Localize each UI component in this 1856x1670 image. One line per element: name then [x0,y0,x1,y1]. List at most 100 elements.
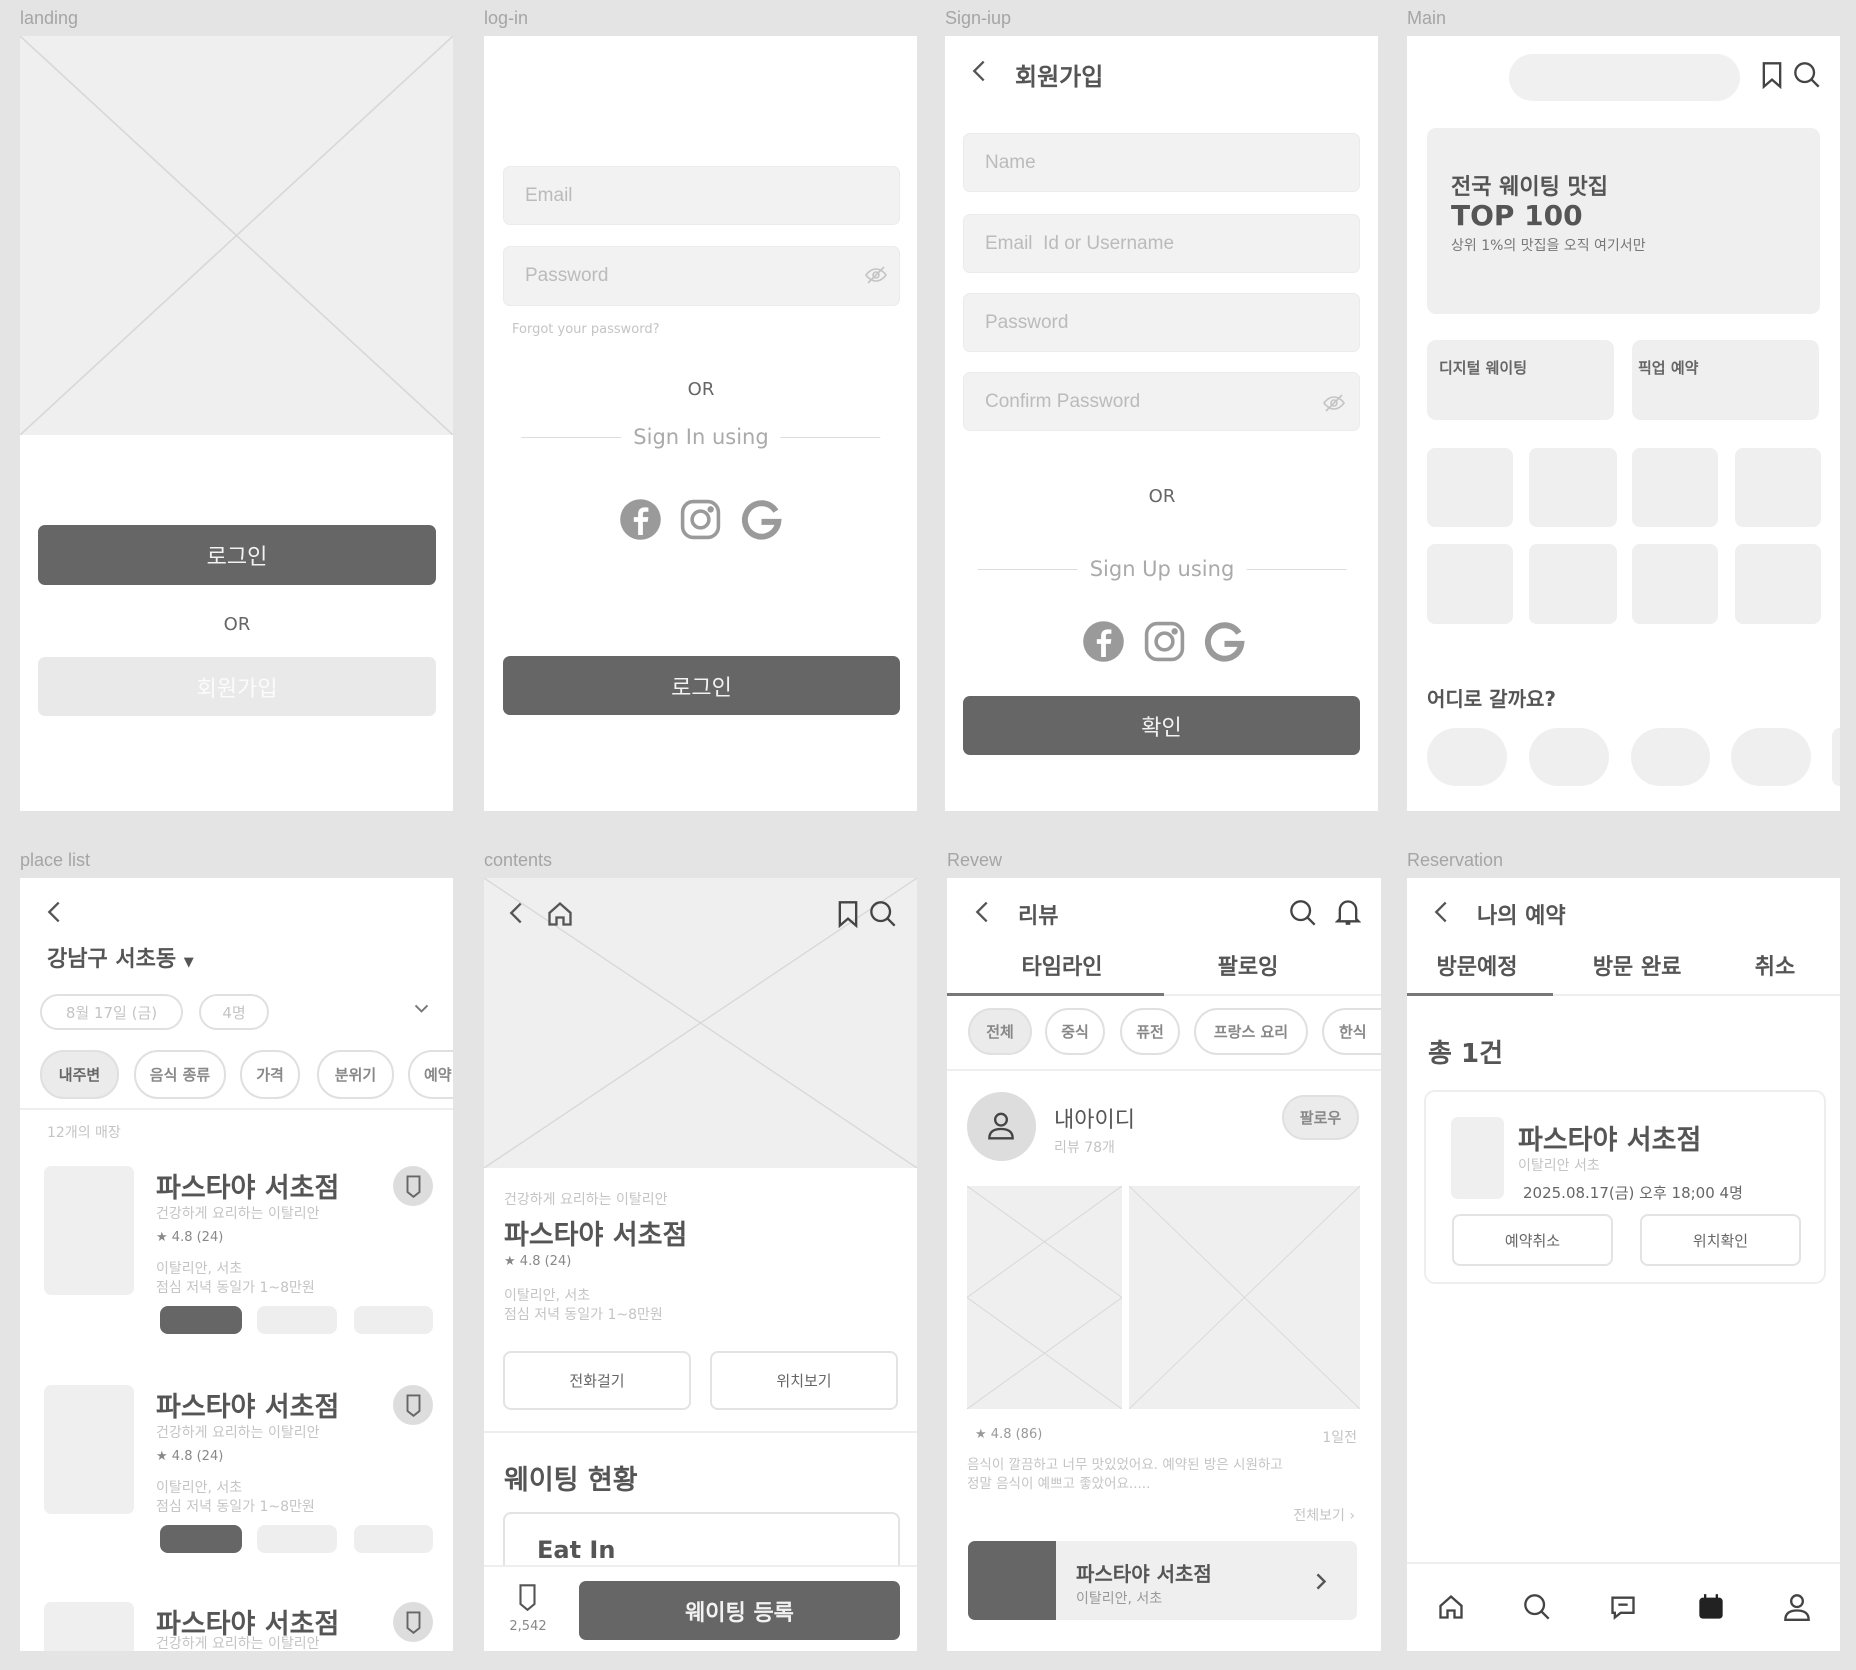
search-icon[interactable] [1523,1593,1551,1621]
password-input[interactable] [503,246,900,306]
filter-chip-food-type[interactable]: 음식 종류 [134,1050,226,1099]
frame-label-login: log-in [484,8,529,28]
place-name: 파스타야 서초점 [156,1173,340,1204]
person-icon[interactable] [1783,1593,1811,1621]
region-chip[interactable] [1427,728,1507,786]
eat-in-card[interactable]: Eat In [503,1512,900,1565]
chevron-down-icon[interactable] [413,1003,430,1015]
bookmark-icon[interactable] [836,900,860,928]
instagram-icon[interactable] [679,498,722,541]
pickup-reservation-card[interactable]: 픽업 예약 [1632,340,1819,420]
place-name: 파스타야 서초점 [1518,1125,1702,1156]
search-icon[interactable] [869,900,897,928]
filter-chip-nearby[interactable]: 내주변 [40,1050,119,1099]
forgot-password-link[interactable]: Forgot your password? [512,322,660,337]
bookmark-icon[interactable] [1760,61,1784,89]
date-filter[interactable]: 8월 17일 (금) [40,994,183,1030]
home-icon[interactable] [1437,1593,1465,1621]
login-button[interactable]: 로그인 [38,525,436,585]
signup-button[interactable]: 회원가입 [38,657,436,716]
chip-all[interactable]: 전체 [968,1008,1032,1055]
chip-chinese[interactable]: 중식 [1045,1008,1105,1055]
check-location-button[interactable]: 위치확인 [1640,1214,1801,1266]
tag-badge [354,1306,433,1334]
search-icon[interactable] [1793,61,1821,89]
see-all-link[interactable]: 전체보기 › [1293,1505,1355,1525]
cancel-reservation-button[interactable]: 예약취소 [1452,1214,1613,1266]
bookmark-button[interactable] [393,1166,433,1206]
digital-waiting-card[interactable]: 디지털 웨이팅 [1427,340,1614,420]
category-tile[interactable] [1632,544,1718,624]
sign-in-using-text: Sign In using [633,425,769,449]
bookmark-button[interactable] [393,1385,433,1425]
facebook-icon[interactable] [1082,620,1125,663]
follow-button[interactable]: 팔로우 [1282,1095,1359,1140]
category-tile[interactable] [1427,544,1513,624]
people-filter[interactable]: 4명 [199,994,269,1030]
register-waiting-button[interactable]: 웨이팅 등록 [579,1581,900,1640]
google-icon[interactable] [740,498,783,541]
bell-icon[interactable] [1335,898,1361,926]
back-arrow-icon[interactable] [969,57,990,85]
place-list-item[interactable]: 파스타야 서초점 건강하게 요리하는 이탈리안 ★ 4.8 (24) 이탈리안,… [20,1166,453,1338]
back-arrow-icon[interactable] [44,898,65,926]
password-input[interactable] [963,293,1360,352]
filter-chip-reservation[interactable]: 예약 [408,1050,453,1099]
confirm-password-input[interactable] [963,372,1360,431]
avatar[interactable] [967,1092,1036,1161]
category-tile[interactable] [1735,544,1821,624]
region-chip[interactable] [1832,728,1840,786]
login-button[interactable]: 로그인 [503,656,900,715]
call-button[interactable]: 전화걸기 [503,1351,691,1410]
back-arrow-icon[interactable] [506,899,527,927]
email-input[interactable] [963,214,1360,273]
back-arrow-icon[interactable] [972,898,993,926]
home-icon[interactable] [546,900,574,928]
region-chip[interactable] [1529,728,1609,786]
region-chip[interactable] [1731,728,1811,786]
chip-fusion[interactable]: 퓨전 [1120,1008,1180,1055]
eye-slash-icon[interactable] [863,263,889,287]
star-icon: ★ [975,1427,987,1442]
review-photo[interactable] [1129,1186,1360,1409]
chip-french[interactable]: 프랑스 요리 [1194,1008,1308,1055]
email-input[interactable] [503,166,900,225]
back-arrow-icon[interactable] [1431,898,1452,926]
eye-slash-icon[interactable] [1321,391,1347,415]
place-list-item[interactable]: 파스타야 서초점 건강하게 요리하는 이탈리안 ★ 4.8 (24) 이탈리안,… [20,1385,453,1557]
tab-upcoming[interactable]: 방문예정 [1437,949,1518,981]
confirm-button[interactable]: 확인 [963,696,1360,755]
place-thumbnail [44,1166,134,1295]
location-selector[interactable]: 강남구 서초동 ▼ [47,941,194,973]
rating-text: 4.8 (24) [171,1449,224,1464]
tab-timeline[interactable]: 타임라인 [1022,949,1103,981]
search-bar[interactable] [1509,54,1740,101]
username[interactable]: 내아이디 [1054,1102,1135,1134]
filter-chip-mood[interactable]: 분위기 [317,1050,394,1099]
facebook-icon[interactable] [619,498,662,541]
instagram-icon[interactable] [1143,620,1186,663]
calendar-icon[interactable] [1697,1593,1725,1621]
chat-icon[interactable] [1609,1593,1637,1621]
category-tile[interactable] [1529,448,1617,527]
category-tile[interactable] [1529,544,1617,624]
bookmark-button[interactable] [393,1602,433,1642]
bookmark-icon[interactable] [518,1583,537,1611]
google-icon[interactable] [1203,620,1246,663]
name-input[interactable] [963,133,1360,192]
tab-completed[interactable]: 방문 완료 [1593,949,1682,981]
category-tile[interactable] [1427,448,1513,527]
tab-cancelled[interactable]: 취소 [1755,949,1795,981]
category-tile[interactable] [1632,448,1718,527]
region-chip[interactable] [1631,728,1710,786]
place-list-item[interactable]: 파스타야 서초점 건강하게 요리하는 이탈리안 [20,1602,453,1651]
tab-following[interactable]: 팔로잉 [1218,949,1279,981]
top100-banner[interactable]: 전국 웨이팅 맛집 TOP 100 상위 1%의 맛집을 오직 여기서만 [1427,128,1820,314]
chip-korean[interactable]: 한식 [1322,1008,1381,1055]
category-tile[interactable] [1735,448,1821,527]
filter-chip-price[interactable]: 가격 [240,1050,300,1099]
review-photo[interactable] [967,1186,1122,1409]
view-location-button[interactable]: 위치보기 [710,1351,898,1410]
review-place-card[interactable]: 파스타야 서초점 이탈리안, 서초 [968,1541,1357,1620]
search-icon[interactable] [1289,899,1317,927]
